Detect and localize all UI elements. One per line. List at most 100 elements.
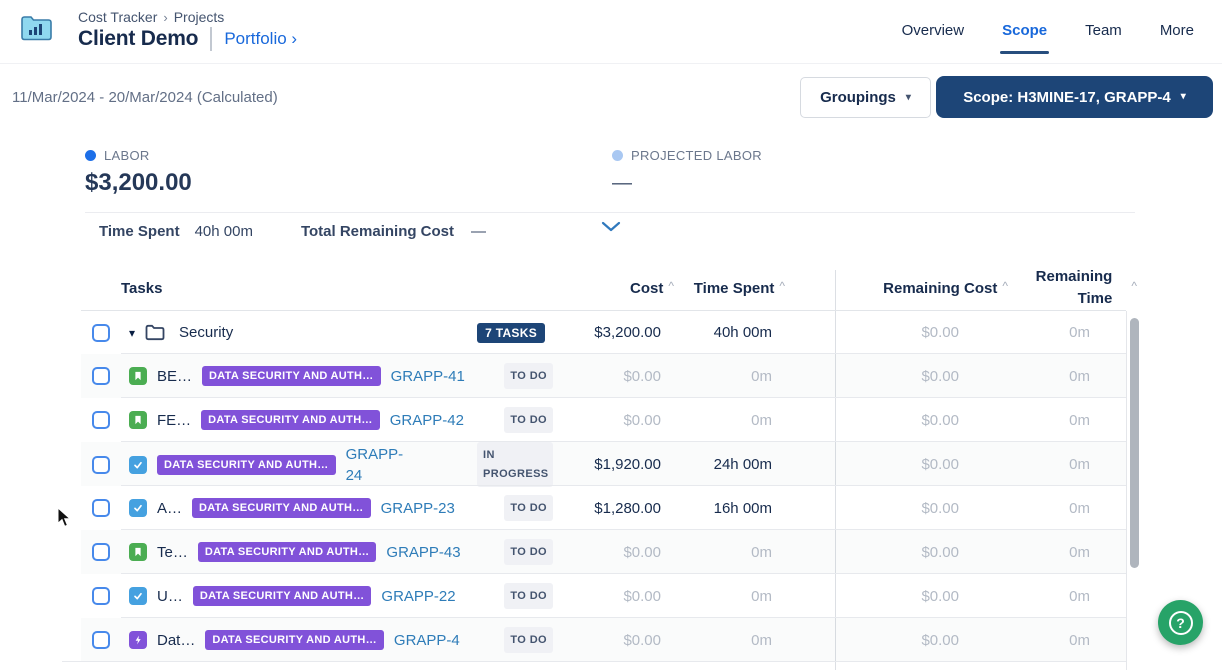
sort-caret-icon[interactable]: ^ [1002,279,1008,293]
group-cost: $3,200.00 [557,324,667,341]
breadcrumb: Cost Tracker › Projects [78,9,224,25]
task-cost: $0.00 [557,412,667,429]
projected-labor-label: PROJECTED LABOR [631,148,762,163]
chevron-down-icon: ▾ [1181,92,1186,102]
issue-key-link[interactable]: GRAPP-4 [394,632,460,649]
scope-button[interactable]: Scope: H3MINE-17, GRAPP-4 ▾ [936,76,1213,118]
sort-caret-icon[interactable]: ^ [1131,279,1137,293]
task-time-spent: 24h 00m [667,456,778,473]
col-header-remaining-time[interactable]: Remaining Time ^ [1001,266,1126,310]
issue-key-link[interactable]: GRAPP-23 [381,500,455,517]
row-checkbox[interactable] [92,367,110,385]
issue-key-link[interactable]: GRAPP-41 [391,368,465,385]
time-spent-label: Time Spent [99,223,180,240]
scope-button-label: Scope: H3MINE-17, GRAPP-4 [963,89,1171,106]
projected-labor-dot-icon [612,150,623,161]
task-remaining-cost: $0.00 [835,456,1001,473]
scrollbar-thumb[interactable] [1130,318,1139,568]
group-remaining-cost: $0.00 [835,324,1001,341]
issue-key-link[interactable]: GRAPP-22 [381,588,455,605]
issue-key-link[interactable]: GRAPP-43 [386,544,460,561]
task-remaining-time: 0m [1001,632,1126,649]
breadcrumb-cost-tracker[interactable]: Cost Tracker [78,9,157,25]
label-badge: DATA SECURITY AND AUTH… [157,455,336,475]
task-summary[interactable]: A… [157,500,182,517]
folder-icon [145,324,165,341]
help-button[interactable]: ? [1158,600,1203,645]
row-checkbox[interactable] [92,543,110,561]
col-header-remaining-cost[interactable]: Remaining Cost ^ [835,280,1001,297]
date-range-label: 11/Mar/2024 - 20/Mar/2024 (Calculated) [12,89,278,106]
task-remaining-cost: $0.00 [835,588,1001,605]
group-remaining-time: 0m [1001,324,1126,341]
task-cost: $0.00 [557,632,667,649]
task-remaining-cost: $0.00 [835,632,1001,649]
task-cost: $0.00 [557,544,667,561]
task-summary[interactable]: FE… [157,412,191,429]
tab-more[interactable]: More [1160,22,1194,57]
top-nav: Overview Scope Team More [902,22,1194,57]
task-row-grapp-23: A… DATA SECURITY AND AUTH… GRAPP-23 TO D… [81,486,1126,530]
status-badge: TO DO [504,495,553,522]
task-remaining-cost: $0.00 [835,500,1001,517]
task-cost: $1,920.00 [557,456,667,473]
question-mark-icon: ? [1169,611,1193,635]
page-title: Client Demo [78,27,198,51]
group-row-checkbox[interactable] [92,324,110,342]
label-badge: DATA SECURITY AND AUTH… [198,542,377,562]
cost-tracker-app-icon [20,13,53,48]
labor-label: LABOR [104,148,150,163]
table-scrollbar[interactable] [1126,311,1141,670]
mouse-cursor [57,507,72,533]
task-time-spent: 0m [667,412,778,429]
row-checkbox[interactable] [92,499,110,517]
status-badge: TO DO [504,363,553,390]
task-summary[interactable]: Te… [157,544,188,561]
story-icon [129,543,147,561]
col-header-time-spent[interactable]: Time Spent ^ [667,280,778,297]
breadcrumb-separator: › [163,10,167,25]
sort-caret-icon[interactable]: ^ [779,279,785,293]
task-icon [129,587,147,605]
expand-summary-chevron-icon[interactable] [601,220,621,238]
task-remaining-cost: $0.00 [835,544,1001,561]
collapse-triangle-icon[interactable]: ▾ [129,327,135,339]
task-cost: $0.00 [557,588,667,605]
projected-labor-metric: PROJECTED LABOR — [612,148,762,195]
row-checkbox[interactable] [92,411,110,429]
label-badge: DATA SECURITY AND AUTH… [193,586,372,606]
task-remaining-time: 0m [1001,412,1126,429]
task-summary[interactable]: U… [157,588,183,605]
portfolio-link[interactable]: Portfolio › [224,29,297,49]
tab-overview[interactable]: Overview [902,22,965,57]
issue-key-link[interactable]: GRAPP-24 [346,444,404,486]
row-checkbox[interactable] [92,631,110,649]
groupings-button[interactable]: Groupings ▾ [800,77,931,118]
task-time-spent: 16h 00m [667,500,778,517]
row-checkbox[interactable] [92,587,110,605]
table-header-row: Tasks Cost ^ Time Spent ^ Remaining Cost… [81,266,1126,310]
summary-stats-row: Time Spent 40h 00m Total Remaining Cost … [99,223,486,240]
group-name[interactable]: Security [179,324,233,341]
task-summary[interactable]: Dat… [157,632,195,649]
task-count-badge: 7 TASKS [477,323,545,343]
sort-caret-icon[interactable]: ^ [668,279,674,293]
total-remaining-cost-label: Total Remaining Cost [301,223,454,240]
row-checkbox[interactable] [92,456,110,474]
epic-icon [129,631,147,649]
label-badge: DATA SECURITY AND AUTH… [192,498,371,518]
issue-key-link[interactable]: GRAPP-42 [390,412,464,429]
tab-team[interactable]: Team [1085,22,1122,57]
col-header-cost[interactable]: Cost ^ [557,280,667,297]
labor-value: $3,200.00 [85,169,192,197]
task-summary[interactable]: BE… [157,368,192,385]
breadcrumb-projects[interactable]: Projects [174,9,225,25]
task-time-spent: 0m [667,632,778,649]
task-remaining-time: 0m [1001,544,1126,561]
status-badge: IN PROGRESS [477,442,553,487]
task-remaining-time: 0m [1001,368,1126,385]
label-badge: DATA SECURITY AND AUTH… [201,410,380,430]
tab-scope[interactable]: Scope [1002,22,1047,57]
task-row-grapp-42: FE… DATA SECURITY AND AUTH… GRAPP-42 TO … [81,398,1126,442]
group-row-security: ▾ Security 7 TASKS $3,200.00 40h 00m $0.… [81,310,1126,354]
